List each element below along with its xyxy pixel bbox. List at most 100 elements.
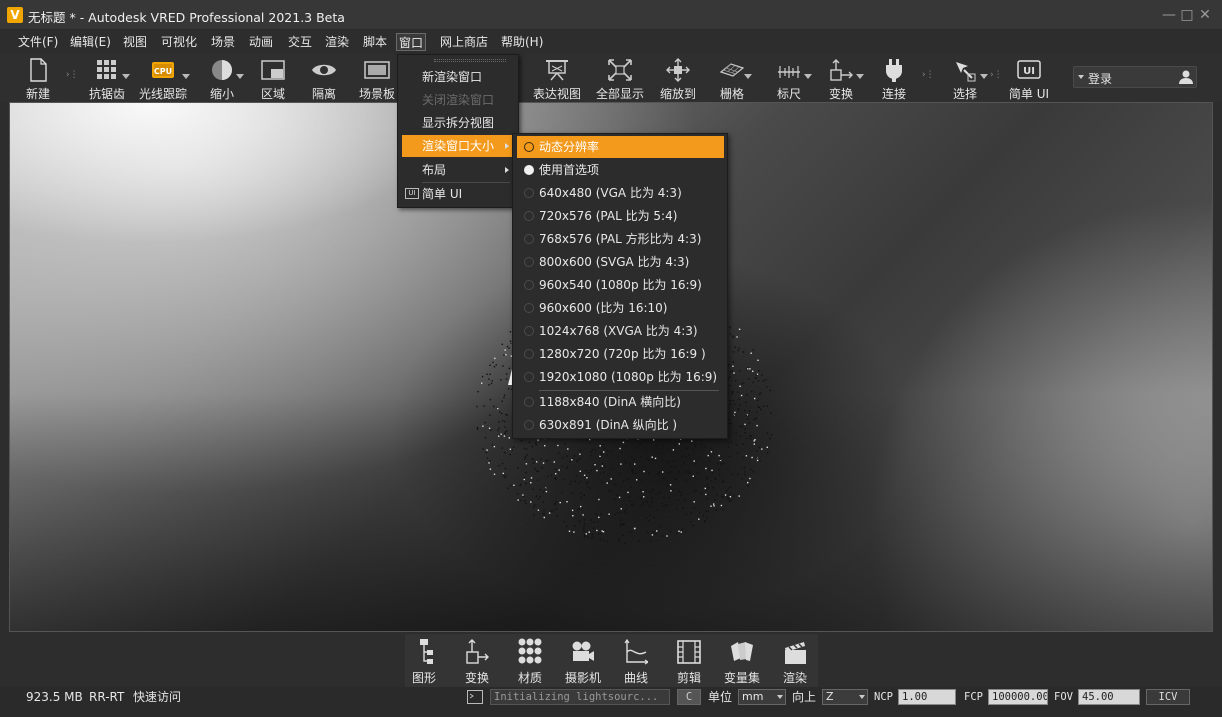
transform-button[interactable]: 变换 xyxy=(818,54,864,102)
noise-speck xyxy=(742,443,744,445)
render-size-option[interactable]: 630x891 (DinA 纵向比 ) xyxy=(517,414,724,436)
noise-speck xyxy=(528,441,531,444)
noise-speck xyxy=(685,471,687,473)
minimize-icon[interactable]: — xyxy=(1162,8,1176,22)
noise-speck xyxy=(728,384,731,386)
dock-curves-button[interactable]: 曲线 xyxy=(614,636,658,686)
noise-speck xyxy=(572,515,574,517)
menu-interaction[interactable]: 交互 xyxy=(287,33,313,51)
dock-variant-sets-button[interactable]: 变量集 xyxy=(720,636,764,686)
select-dropdown-arrow[interactable] xyxy=(980,74,988,79)
scale-down-button[interactable]: 缩小 xyxy=(200,54,244,102)
dock-scenegraph-button[interactable]: 图形 xyxy=(402,636,446,686)
connect-label: 连接 xyxy=(881,87,906,101)
render-size-option[interactable]: 1920x1080 (1080p 比为 16:9) xyxy=(517,366,724,388)
dock-camera-button[interactable]: 摄影机 xyxy=(561,636,605,686)
menu-file[interactable]: 文件(F) xyxy=(17,33,59,51)
render-size-option[interactable]: 960x600 (比为 16:10) xyxy=(517,297,724,319)
terminal-icon[interactable] xyxy=(467,690,483,704)
dock-render-button[interactable]: 渲染 xyxy=(773,636,817,686)
login-dropdown[interactable]: 登录 xyxy=(1073,66,1197,88)
noise-speck xyxy=(740,394,743,397)
render-size-option[interactable]: 720x576 (PAL 比为 5:4) xyxy=(517,205,724,227)
presentation-button[interactable]: 表达视图 xyxy=(530,54,584,102)
noise-speck xyxy=(509,331,512,333)
ruler-dropdown-arrow[interactable] xyxy=(804,74,812,79)
noise-speck xyxy=(624,460,626,462)
fov-input[interactable]: 45.00 xyxy=(1078,689,1140,705)
simple-ui-button[interactable]: UI 简单 UI xyxy=(1004,54,1054,102)
raytracing-dropdown-arrow[interactable] xyxy=(182,74,190,79)
menu-edit[interactable]: 编辑(E) xyxy=(69,33,112,51)
fcp-label: FCP xyxy=(964,691,983,703)
noise-speck xyxy=(504,451,506,454)
ncp-input[interactable]: 1.00 xyxy=(898,689,956,705)
noise-speck xyxy=(592,527,595,529)
menu-layout[interactable]: 布局 xyxy=(402,159,515,181)
noise-speck xyxy=(738,404,741,406)
dock-materials-button[interactable]: 材质 xyxy=(508,636,552,686)
render-size-option[interactable]: 960x540 (1080p 比为 16:9) xyxy=(517,274,724,296)
render-size-option[interactable]: 768x576 (PAL 方形比为 4:3) xyxy=(517,228,724,250)
noise-speck xyxy=(627,489,630,491)
console-input[interactable]: Initializing lightsourc... xyxy=(490,689,670,705)
show-all-button[interactable]: 全部显示 xyxy=(594,54,646,102)
sceneplate-button[interactable]: 场景板 xyxy=(356,54,398,102)
render-size-option[interactable]: 使用首选项 xyxy=(517,159,724,181)
scale-down-dropdown-arrow[interactable] xyxy=(236,74,244,79)
noise-speck xyxy=(618,538,620,541)
grid-dropdown-arrow[interactable] xyxy=(744,74,752,79)
isolate-button[interactable]: 隔离 xyxy=(304,54,344,102)
raytracing-button[interactable]: CPU 光线跟踪 xyxy=(136,54,190,102)
select-label: 选择 xyxy=(952,87,977,101)
close-icon[interactable]: ✕ xyxy=(1198,8,1212,22)
menu-help[interactable]: 帮助(H) xyxy=(500,33,544,51)
noise-speck xyxy=(633,458,635,461)
noise-speck xyxy=(687,470,689,472)
ruler-button[interactable]: 标尺 xyxy=(766,54,812,102)
region-button[interactable]: 区域 xyxy=(254,54,292,102)
connect-button[interactable]: 连接 xyxy=(876,54,912,102)
noise-speck xyxy=(728,418,730,420)
menu-render-window-size[interactable]: 渲染窗口大小 xyxy=(402,135,515,157)
antialias-dropdown-arrow[interactable] xyxy=(122,74,130,79)
menu-tearoff-handle[interactable] xyxy=(434,59,506,62)
unit-select[interactable]: mm xyxy=(738,689,786,705)
menu-view[interactable]: 视图 xyxy=(122,33,148,51)
render-size-option[interactable]: 1024x768 (XVGA 比为 4:3) xyxy=(517,320,724,342)
noise-speck xyxy=(690,511,692,514)
grid-button[interactable]: 栅格 xyxy=(712,54,752,102)
render-size-option[interactable]: 800x600 (SVGA 比为 4:3) xyxy=(517,251,724,273)
zoom-to-button[interactable]: 缩放到 xyxy=(656,54,700,102)
menu-window[interactable]: 窗口 xyxy=(396,33,427,51)
menu-render[interactable]: 渲染 xyxy=(324,33,350,51)
render-size-option[interactable]: 1280x720 (720p 比为 16:9 ) xyxy=(517,343,724,365)
noise-speck xyxy=(628,496,631,498)
noise-speck xyxy=(502,365,504,367)
new-button[interactable]: 新建 xyxy=(18,54,58,102)
console-clear-button[interactable]: C xyxy=(677,689,701,705)
render-size-option[interactable]: 动态分辨率 xyxy=(517,136,724,158)
menu-animation[interactable]: 动画 xyxy=(248,33,274,51)
render-size-option[interactable]: 1188x840 (DinA 横向比) xyxy=(517,391,724,413)
dock-clip-button[interactable]: 剪辑 xyxy=(667,636,711,686)
menu-simple-ui[interactable]: UI 简单 UI xyxy=(402,183,515,205)
menu-new-render-window[interactable]: 新渲染窗口 xyxy=(402,66,515,88)
quick-access-button[interactable]: 快速访问 xyxy=(133,690,181,704)
menu-script[interactable]: 脚本 xyxy=(362,33,388,51)
render-size-option[interactable]: 640x480 (VGA 比为 4:3) xyxy=(517,182,724,204)
menu-show-split-view[interactable]: 显示拆分视图 xyxy=(402,112,515,134)
fcp-input[interactable]: 100000.00 xyxy=(988,689,1048,705)
maximize-icon[interactable]: □ xyxy=(1180,8,1194,22)
dock-transform-button[interactable]: 变换 xyxy=(455,636,499,686)
up-axis-select[interactable]: Z xyxy=(822,689,868,705)
menu-scene[interactable]: 场景 xyxy=(210,33,236,51)
menu-visualization[interactable]: 可视化 xyxy=(160,33,198,51)
antialias-button[interactable]: 抗锯齿 xyxy=(84,54,130,102)
transform-dropdown-arrow[interactable] xyxy=(856,74,864,79)
menu-webshop[interactable]: 网上商店 xyxy=(439,33,489,51)
noise-speck xyxy=(540,458,542,460)
noise-speck xyxy=(757,359,759,361)
select-button[interactable]: 选择 xyxy=(942,54,988,102)
icv-button[interactable]: ICV xyxy=(1146,689,1190,705)
